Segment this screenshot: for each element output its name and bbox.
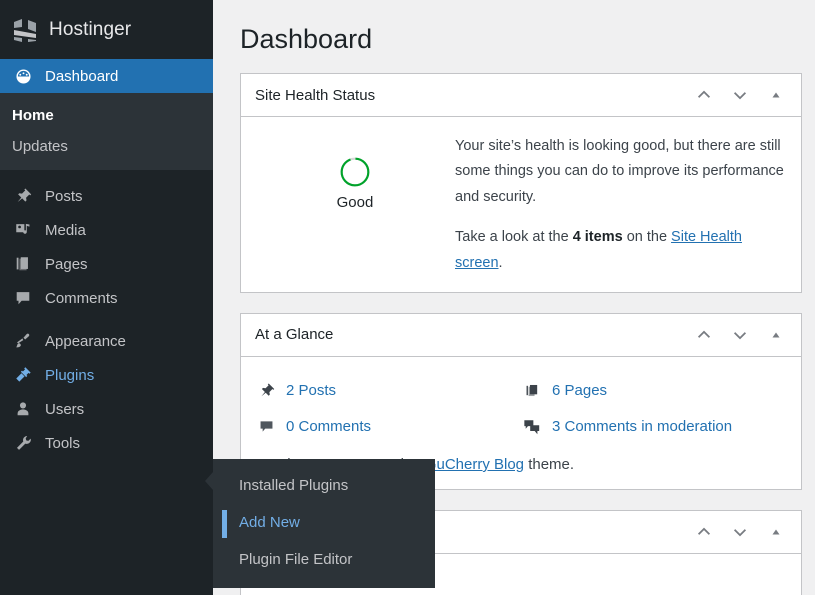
sidebar-item-label: Dashboard (45, 67, 119, 85)
site-health-paragraph-2: Take a look at the 4 items on the Site H… (455, 225, 787, 276)
pages-icon (521, 382, 543, 399)
glance-grid: 2 Posts 6 Pages 0 Comments 3 Comments in… (255, 370, 787, 445)
move-down-icon[interactable] (723, 78, 757, 112)
dashboard-icon (12, 65, 34, 87)
glance-item-label[interactable]: 6 Pages (552, 382, 607, 399)
dashboard-submenu: Home Updates (0, 93, 213, 170)
sidebar-item-label: Posts (45, 187, 83, 205)
toggle-panel-icon[interactable] (759, 515, 793, 549)
flyout-item-label: Plugin File Editor (239, 551, 353, 568)
page-title: Dashboard (240, 24, 373, 54)
brand-name: Hostinger (49, 18, 132, 40)
media-icon (12, 219, 34, 241)
glance-item-label[interactable]: 3 Comments in moderation (552, 418, 732, 435)
site-health-paragraph-1: Your site’s health is looking good, but … (455, 138, 784, 205)
comment-icon (12, 287, 34, 309)
health-p2-pre: Take a look at the (455, 229, 573, 246)
pin-icon (255, 382, 277, 399)
panel-header: At a Glance (241, 314, 801, 357)
brand-header[interactable]: Hostinger (0, 0, 213, 59)
health-dial-icon (339, 156, 371, 188)
submenu-item-home[interactable]: Home (0, 100, 213, 131)
move-up-icon[interactable] (687, 318, 721, 352)
paintbrush-icon (12, 330, 34, 352)
plug-icon (12, 364, 34, 386)
pages-icon (12, 253, 34, 275)
sidebar-item-dashboard[interactable]: Dashboard (0, 59, 221, 93)
flyout-item-plugin-file-editor[interactable]: Plugin File Editor (213, 541, 435, 578)
wordpress-admin-screen: Hostinger Dashboard Home Updates Posts M… (0, 0, 815, 595)
flyout-arrow-icon (205, 472, 213, 490)
submenu-item-updates[interactable]: Updates (0, 131, 213, 162)
panel-controls (687, 318, 793, 352)
panel-body: Good Your site’s health is looking good,… (241, 117, 801, 292)
hostinger-logo-icon (10, 15, 40, 45)
plugins-flyout-menu: Installed Plugins Add New Plugin File Ed… (205, 459, 435, 588)
theme-link[interactable]: GuCherry Blog (425, 456, 524, 473)
site-health-text: Your site’s health is looking good, but … (455, 130, 787, 276)
sidebar-item-media[interactable]: Media (0, 213, 213, 247)
user-icon (12, 398, 34, 420)
glance-item-label[interactable]: 0 Comments (286, 418, 371, 435)
sidebar-item-label: Pages (45, 255, 88, 273)
health-status-label: Good (336, 194, 374, 212)
panel-controls (687, 78, 793, 112)
sidebar-item-label: Users (45, 400, 85, 418)
glance-item-comments[interactable]: 0 Comments (255, 409, 521, 445)
sidebar-item-label: Appearance (45, 332, 126, 350)
comment-icon (255, 418, 277, 435)
sidebar-item-plugins[interactable]: Plugins (0, 358, 213, 392)
toggle-panel-icon[interactable] (759, 318, 793, 352)
sidebar-item-pages[interactable]: Pages (0, 247, 213, 281)
health-p2-mid: on the (622, 229, 672, 246)
sidebar-separator (0, 315, 213, 324)
pin-icon (12, 185, 34, 207)
panel-controls (687, 515, 793, 549)
health-p2-post: . (498, 254, 503, 271)
move-down-icon[interactable] (723, 318, 757, 352)
health-items-count: 4 items (572, 229, 623, 246)
glance-item-label[interactable]: 2 Posts (286, 382, 336, 399)
panel-title: At a Glance (255, 326, 334, 344)
flyout-item-label: Add New (239, 514, 300, 531)
glance-item-pages[interactable]: 6 Pages (521, 373, 787, 409)
sidebar-item-label: Comments (45, 289, 118, 307)
flyout-item-add-new[interactable]: Add New (213, 504, 435, 541)
flyout-item-label: Installed Plugins (239, 477, 349, 494)
flyout-item-installed-plugins[interactable]: Installed Plugins (213, 467, 435, 504)
sidebar-item-label: Tools (45, 434, 81, 452)
move-down-icon[interactable] (723, 515, 757, 549)
submenu-item-label: Updates (12, 138, 68, 155)
sidebar-item-posts[interactable]: Posts (0, 179, 213, 213)
sidebar-item-users[interactable]: Users (0, 392, 213, 426)
panel-title: Site Health Status (255, 86, 376, 104)
glance-item-posts[interactable]: 2 Posts (255, 373, 521, 409)
glance-item-comments-moderation[interactable]: 3 Comments in moderation (521, 409, 787, 445)
sidebar-item-comments[interactable]: Comments (0, 281, 213, 315)
sidebar-item-appearance[interactable]: Appearance (0, 324, 213, 358)
glance-note-post: theme. (524, 455, 575, 473)
move-up-icon[interactable] (687, 515, 721, 549)
comments-moderation-icon (521, 418, 543, 436)
move-up-icon[interactable] (687, 78, 721, 112)
sidebar-item-label: Plugins (45, 366, 95, 384)
panel-header: Site Health Status (241, 74, 801, 118)
site-health-dial-area: Good (255, 130, 455, 211)
sidebar-item-tools[interactable]: Tools (0, 426, 213, 460)
submenu-item-label: Home (12, 107, 54, 124)
sidebar-item-label: Media (45, 221, 86, 239)
site-health-panel: Site Health Status Good Your site’s heal… (240, 73, 802, 293)
toggle-panel-icon[interactable] (759, 78, 793, 112)
wrench-icon (12, 432, 34, 454)
sidebar-separator (0, 170, 213, 179)
admin-sidebar: Hostinger Dashboard Home Updates Posts M… (0, 0, 221, 595)
